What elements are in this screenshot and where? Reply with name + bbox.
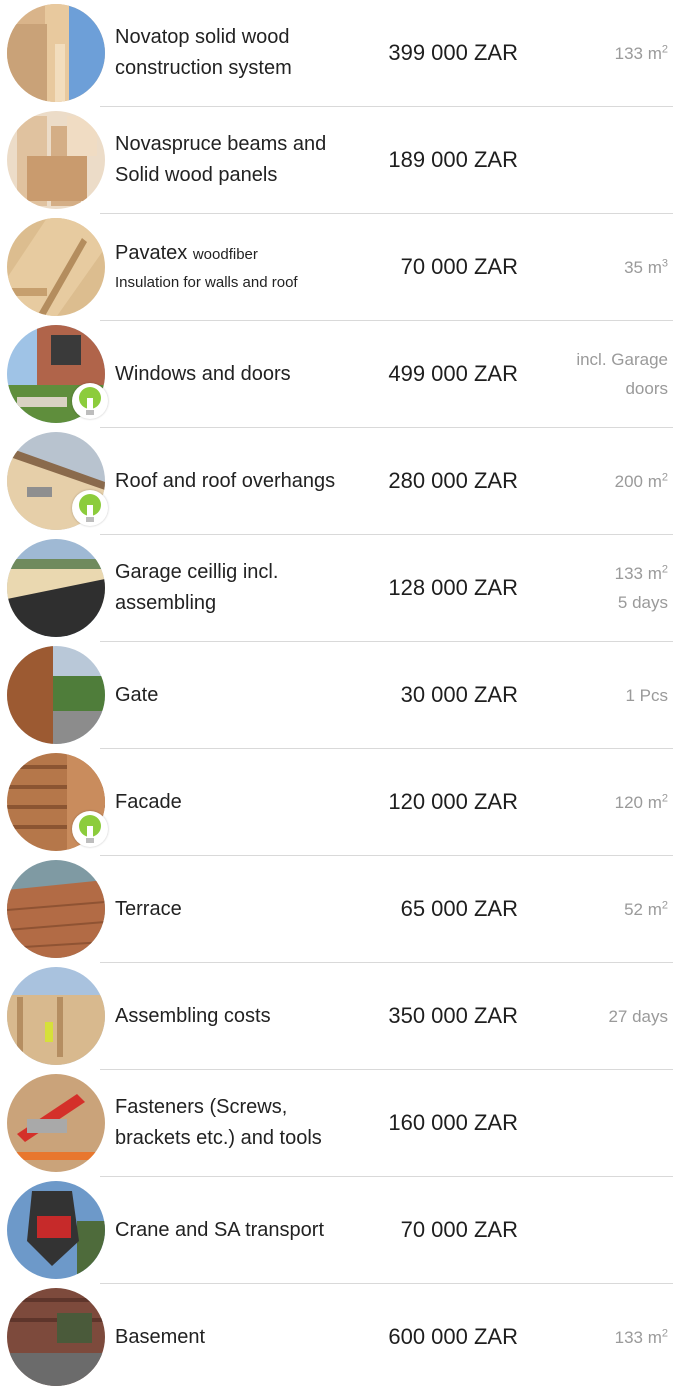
assembling-site-photo <box>7 967 105 1065</box>
green-tree-lightbulb-icon <box>72 490 108 526</box>
item-name: Garage ceillig incl. assembling <box>115 561 279 614</box>
fasteners-tools-photo <box>7 1074 105 1172</box>
solid-wood-panel-photo <box>7 4 105 102</box>
list-item: Pavatex woodfiber Insulation for walls a… <box>0 214 673 321</box>
item-price: 160 000 ZAR <box>388 1110 518 1135</box>
item-quantity: 133 m2 <box>614 1326 668 1347</box>
item-name: Novatop solid wood construction system <box>115 26 292 79</box>
item-name: Terrace <box>115 897 182 920</box>
item-price: 499 000 ZAR <box>388 361 518 386</box>
item-quantity: 120 m2 <box>614 791 668 812</box>
item-price: 280 000 ZAR <box>388 468 518 493</box>
woodfiber-board-photo <box>7 218 105 316</box>
item-price: 600 000 ZAR <box>388 1324 518 1349</box>
item-price: 128 000 ZAR <box>388 575 518 600</box>
list-item: Terrace 65 000 ZAR 52 m2 <box>0 856 673 963</box>
item-name: Crane and SA transport <box>115 1218 325 1241</box>
list-item: Gate 30 000 ZAR 1 Pcs <box>0 642 673 749</box>
item-quantity: 27 days <box>608 1006 668 1026</box>
green-tree-lightbulb-icon <box>72 811 108 847</box>
item-name: Basement <box>115 1325 206 1348</box>
crane-hook-photo <box>7 1181 105 1279</box>
spruce-beams-photo <box>7 111 105 209</box>
item-quantity: 133 m2 5 days <box>614 563 668 612</box>
item-quantity: incl. Garage doors <box>576 350 668 398</box>
item-name: Facade <box>115 790 182 813</box>
item-price: 70 000 ZAR <box>400 1217 518 1242</box>
item-quantity: 133 m2 <box>614 42 668 63</box>
item-price: 120 000 ZAR <box>388 789 518 814</box>
list-item: Windows and doors 499 000 ZAR incl. Gara… <box>0 321 673 428</box>
item-name: Gate <box>115 683 159 706</box>
list-item: Novatop solid wood construction system 3… <box>0 0 673 107</box>
list-item: Assembling costs 350 000 ZAR 27 days <box>0 963 673 1070</box>
item-price: 189 000 ZAR <box>388 147 518 172</box>
item-price: 399 000 ZAR <box>388 40 518 65</box>
list-item: Facade 120 000 ZAR 120 m2 <box>0 749 673 856</box>
item-name: Roof and roof overhangs <box>115 469 336 492</box>
list-item: Crane and SA transport 70 000 ZAR <box>0 1177 673 1284</box>
garage-ceiling-photo <box>7 539 105 637</box>
item-price: 350 000 ZAR <box>388 1003 518 1028</box>
wooden-gate-photo <box>7 646 105 744</box>
list-item: Basement 600 000 ZAR 133 m2 <box>0 1284 673 1391</box>
wood-terrace-photo <box>7 860 105 958</box>
item-name: Windows and doors <box>115 362 291 385</box>
green-tree-lightbulb-icon <box>72 383 108 419</box>
item-price: 30 000 ZAR <box>400 682 518 707</box>
basement-photo <box>7 1288 105 1386</box>
item-price: 65 000 ZAR <box>400 896 518 921</box>
item-name: Novaspruce beams and Solid wood panels <box>115 133 327 186</box>
list-item: Fasteners (Screws, brackets etc.) and to… <box>0 1070 673 1177</box>
item-quantity: 35 m3 <box>624 256 668 277</box>
list-item: Novaspruce beams and Solid wood panels 1… <box>0 107 673 214</box>
list-item: Roof and roof overhangs 280 000 ZAR 200 … <box>0 428 673 535</box>
item-quantity: 52 m2 <box>624 898 668 919</box>
item-quantity: 1 Pcs <box>625 685 668 705</box>
price-list: Novatop solid wood construction system 3… <box>0 0 673 1386</box>
item-name: Pavatex woodfiber Insulation for walls a… <box>115 242 298 291</box>
item-quantity: 200 m2 <box>614 470 668 491</box>
item-price: 70 000 ZAR <box>400 254 518 279</box>
item-name: Fasteners (Screws, brackets etc.) and to… <box>115 1096 322 1149</box>
item-name: Assembling costs <box>115 1004 271 1027</box>
list-item: Garage ceillig incl. assembling 128 000 … <box>0 535 673 642</box>
